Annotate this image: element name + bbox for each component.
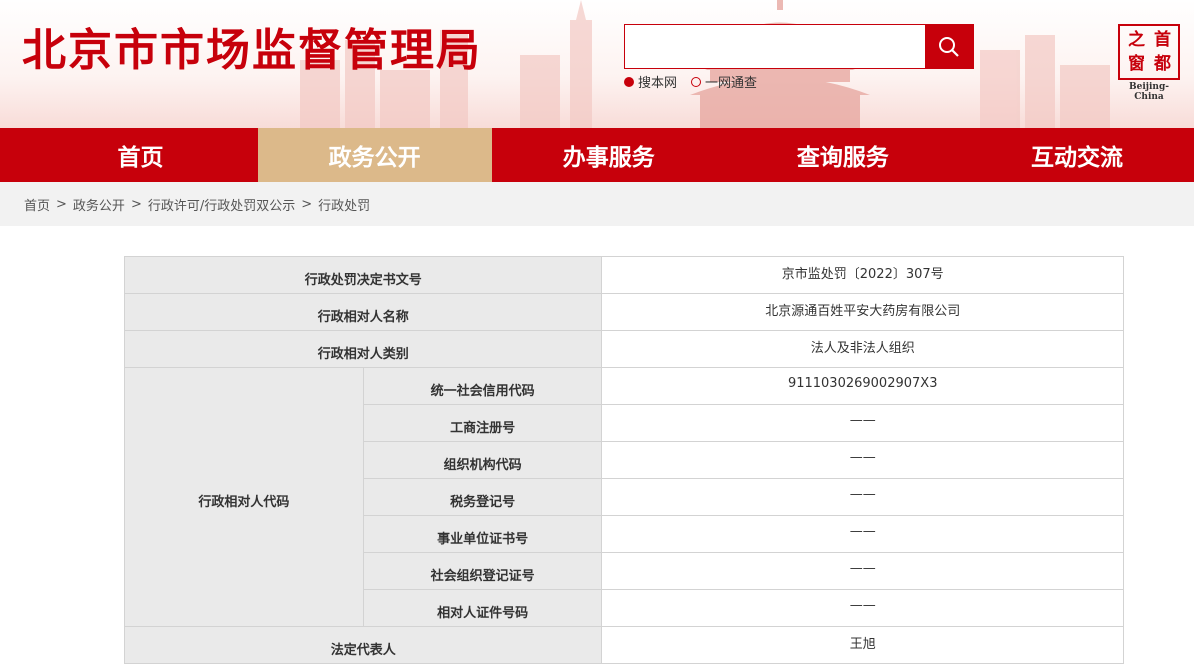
decision-no-label: 行政处罚决定书文号 — [123, 256, 603, 294]
search-box — [624, 24, 974, 69]
logo-char: 之 — [1128, 30, 1145, 50]
nav-item-interaction[interactable]: 互动交流 — [960, 128, 1194, 182]
site-header: 北京市市场监督管理局 搜本网 一网通查 首 都 之 窗 Beijing-Chin… — [0, 0, 1194, 128]
search-scope-all-label: 一网通查 — [705, 76, 758, 91]
nav-item-services[interactable]: 办事服务 — [492, 128, 726, 182]
breadcrumb-separator: > — [130, 196, 142, 212]
party-type-value: 法人及非法人组织 — [601, 330, 1124, 368]
institution-cert-no-label: 事业单位证书号 — [362, 515, 603, 553]
breadcrumb-separator: > — [301, 196, 313, 212]
table-row: 行政处罚决定书文号 京市监处罚〔2022〕307号 — [123, 256, 1124, 294]
tax-reg-no-value: —— — [601, 478, 1124, 516]
breadcrumb: 首页 > 政务公开 > 行政许可/行政处罚双公示 > 行政处罚 — [0, 182, 1194, 226]
search-input[interactable] — [625, 25, 925, 68]
institution-cert-no-value: —— — [601, 515, 1124, 553]
party-id-no-label: 相对人证件号码 — [362, 589, 603, 627]
business-reg-no-value: —— — [601, 404, 1124, 442]
table-row: 行政相对人名称 北京源通百姓平安大药房有限公司 — [123, 293, 1124, 331]
legal-rep-label: 法定代表人 — [123, 626, 603, 664]
party-code-label: 行政相对人代码 — [124, 367, 364, 627]
breadcrumb-penalty[interactable]: 行政处罚 — [318, 195, 370, 214]
search-scope-site[interactable]: 搜本网 — [624, 72, 677, 91]
capital-window-logo[interactable]: 首 都 之 窗 Beijing-China — [1116, 24, 1182, 102]
penalty-detail-table: 行政处罚决定书文号 京市监处罚〔2022〕307号 行政相对人名称 北京源通百姓… — [123, 256, 1124, 664]
search-scope-options: 搜本网 一网通查 — [624, 72, 757, 91]
logo-char: 窗 — [1128, 54, 1145, 74]
search-icon — [939, 36, 959, 57]
org-code-label: 组织机构代码 — [362, 441, 603, 479]
business-reg-no-label: 工商注册号 — [362, 404, 603, 442]
table-row: 行政相对人代码 统一社会信用代码 9111030269002907X3 — [124, 367, 1124, 627]
org-code-value: —— — [601, 441, 1124, 479]
social-org-reg-no-label: 社会组织登记证号 — [362, 552, 603, 590]
party-name-label: 行政相对人名称 — [123, 293, 603, 331]
breadcrumb-gov-affairs[interactable]: 政务公开 — [73, 195, 125, 214]
table-row: 行政相对人类别 法人及非法人组织 — [123, 330, 1124, 368]
radio-selected-icon — [624, 76, 634, 87]
social-org-reg-no-value: —— — [601, 552, 1124, 590]
search-scope-site-label: 搜本网 — [638, 76, 678, 91]
tax-reg-no-label: 税务登记号 — [362, 478, 603, 516]
party-name-value: 北京源通百姓平安大药房有限公司 — [601, 293, 1124, 331]
party-type-label: 行政相对人类别 — [123, 330, 603, 368]
radio-unselected-icon — [691, 76, 702, 87]
table-row: 法定代表人 王旭 — [123, 626, 1124, 664]
search-button[interactable] — [925, 25, 973, 68]
nav-item-query[interactable]: 查询服务 — [726, 128, 960, 182]
breadcrumb-dual-publicity[interactable]: 行政许可/行政处罚双公示 — [148, 195, 295, 214]
logo-char: 都 — [1154, 54, 1171, 74]
decision-no-value: 京市监处罚〔2022〕307号 — [601, 256, 1124, 294]
logo-seal: 首 都 之 窗 — [1118, 24, 1180, 80]
search-scope-all[interactable]: 一网通查 — [691, 72, 757, 91]
main-nav: 首页 政务公开 办事服务 查询服务 互动交流 — [0, 128, 1194, 182]
legal-rep-value: 王旭 — [601, 626, 1124, 664]
breadcrumb-home[interactable]: 首页 — [24, 195, 50, 214]
nav-item-home[interactable]: 首页 — [23, 128, 257, 182]
logo-subtitle: Beijing-China — [1129, 82, 1169, 102]
logo-char: 首 — [1154, 30, 1171, 50]
breadcrumb-separator: > — [56, 196, 67, 212]
nav-item-gov-affairs[interactable]: 政务公开 — [257, 128, 492, 182]
party-id-no-value: —— — [601, 589, 1124, 627]
credit-code-value: 9111030269002907X3 — [601, 367, 1124, 405]
site-title: 北京市市场监督管理局 — [22, 25, 482, 76]
credit-code-label: 统一社会信用代码 — [362, 367, 603, 405]
